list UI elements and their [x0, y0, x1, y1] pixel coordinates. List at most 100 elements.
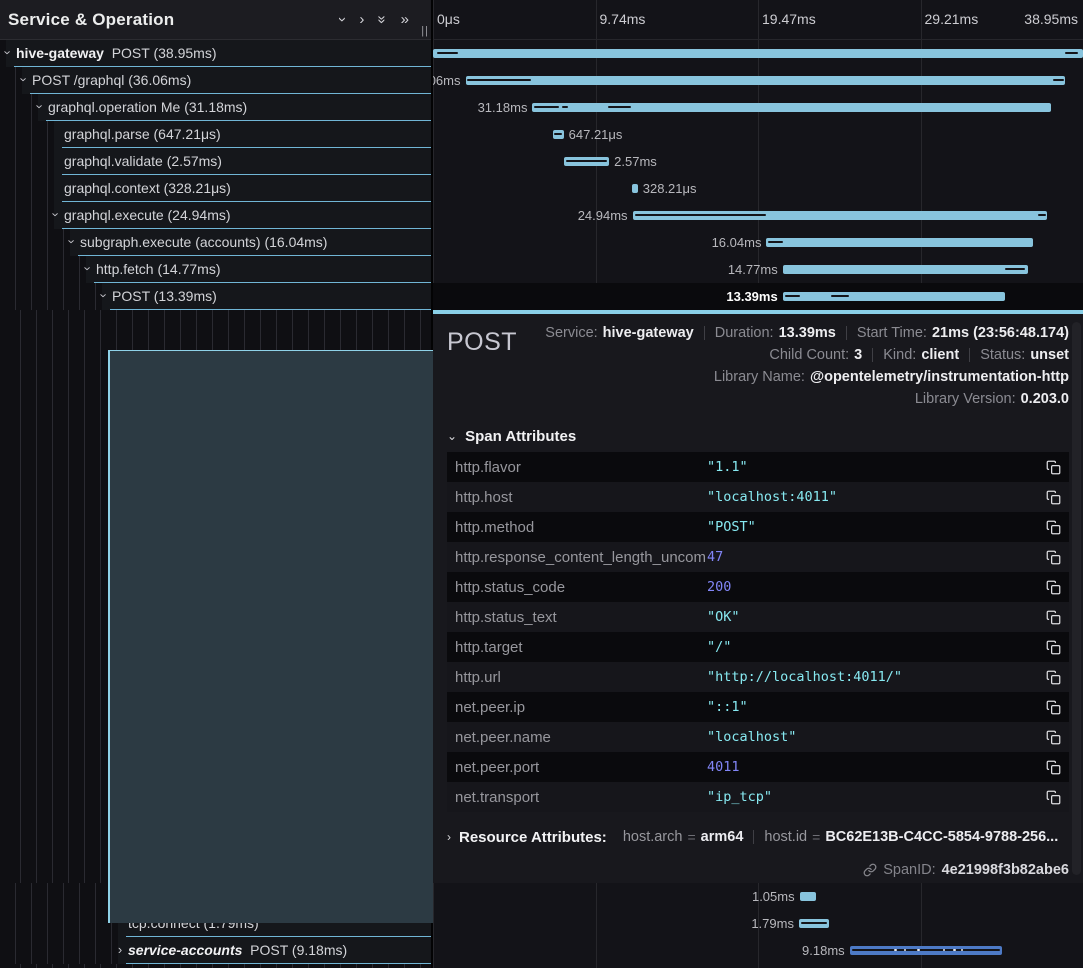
meta-value: client	[921, 347, 959, 363]
span-bar[interactable]	[433, 49, 1083, 58]
bar-self-time-mark	[1065, 52, 1078, 54]
timeline-row[interactable]: 328.21μs	[433, 175, 1083, 202]
duration-label: 2.57ms	[614, 148, 657, 175]
copy-button[interactable]	[1044, 458, 1063, 477]
detail-scrollbar[interactable]	[1072, 322, 1081, 875]
span-tree-main: ›hive-gateway POST (38.95ms)›POST /graph…	[0, 40, 431, 310]
attribute-key: net.transport	[455, 789, 707, 806]
timeline-row[interactable]: 16.04ms	[433, 229, 1083, 256]
resource-attributes-pairs: host.arch=arm64host.id=BC62E13B-C4CC-585…	[623, 829, 1058, 845]
bar-self-time-mark	[608, 106, 631, 108]
attribute-value: 4011	[707, 759, 1044, 775]
meta-label: Start Time:	[857, 325, 927, 341]
chevron-right-icon[interactable]: ›	[114, 943, 126, 956]
chevron-down-icon[interactable]: ›	[18, 73, 30, 86]
link-icon[interactable]	[863, 863, 877, 877]
attribute-value: "localhost"	[707, 729, 1044, 745]
copy-button[interactable]	[1044, 638, 1063, 657]
timeline-row[interactable]: 31.18ms	[433, 94, 1083, 121]
duration-label: 647.21μs	[569, 121, 623, 148]
bar-self-time-mark	[1038, 214, 1046, 216]
meta-value: unset	[1030, 347, 1069, 363]
chevron-down-icon[interactable]: ›	[50, 208, 62, 221]
span-label: graphql.execute (24.94ms)	[0, 202, 431, 228]
tree-header-icons: › › » »	[340, 12, 423, 27]
copy-button[interactable]	[1044, 758, 1063, 777]
expand-all-icon[interactable]: »	[401, 12, 409, 27]
span-meta: Service:hive-gatewayDuration:13.39msStar…	[545, 322, 1069, 410]
timeline-row[interactable]: 36.06ms	[433, 67, 1083, 94]
span-tree-row[interactable]: graphql.context (328.21μs)	[0, 175, 431, 202]
timeline-row[interactable]: 1.79ms	[433, 910, 1083, 937]
chevron-down-icon[interactable]: ›	[66, 235, 78, 248]
span-label: http.fetch (14.77ms)	[0, 256, 431, 282]
bar-self-time-mark	[768, 241, 782, 243]
copy-button[interactable]	[1044, 698, 1063, 717]
attribute-key: http.target	[455, 639, 707, 656]
copy-button[interactable]	[1044, 578, 1063, 597]
meta-divider	[704, 326, 705, 340]
span-tree-row[interactable]: ›hive-gateway POST (38.95ms)	[0, 40, 431, 67]
operation-name: graphql.operation Me (31.18ms)	[48, 99, 247, 115]
span-bar[interactable]	[800, 892, 817, 901]
span-label: graphql.validate (2.57ms)	[0, 148, 431, 174]
copy-button[interactable]	[1044, 728, 1063, 747]
attribute-key: http.flavor	[455, 459, 707, 476]
attribute-row: http.status_text"OK"	[447, 602, 1069, 632]
meta-line: Child Count:3Kind:clientStatus:unset	[769, 344, 1069, 366]
operation-name: subgraph.execute (accounts) (16.04ms)	[80, 234, 327, 250]
meta-divider	[969, 348, 970, 362]
span-bar[interactable]	[783, 292, 1005, 301]
timeline-row[interactable]: 647.21μs	[433, 121, 1083, 148]
span-bar[interactable]	[766, 238, 1033, 247]
attribute-value: "POST"	[707, 519, 1044, 535]
span-tree-row[interactable]: ›service-accounts POST (9.18ms)	[0, 937, 431, 964]
chevron-down-icon[interactable]: ›	[34, 100, 46, 113]
attribute-key: net.peer.ip	[455, 699, 707, 716]
span-tree-row[interactable]: ›subgraph.execute (accounts) (16.04ms)	[0, 229, 431, 256]
attribute-value: "OK"	[707, 609, 1044, 625]
span-tree-row[interactable]: ›POST (13.39ms)	[0, 283, 431, 310]
resource-attributes-title: Resource Attributes:	[459, 829, 607, 846]
trace-viewer-app: Service & Operation ››»» || ›hive-gatewa…	[0, 0, 1083, 968]
operation-name: POST /graphql (36.06ms)	[32, 72, 191, 88]
collapse-all-icon[interactable]: »	[378, 12, 386, 27]
copy-button[interactable]	[1044, 548, 1063, 567]
timeline-row[interactable]: 14.77ms	[433, 256, 1083, 283]
span-bar[interactable]	[466, 76, 1066, 85]
span-tree-row[interactable]: graphql.parse (647.21μs)	[0, 121, 431, 148]
timeline-row[interactable]: 2.57ms	[433, 148, 1083, 175]
timeline-row[interactable]: 13.39ms	[433, 283, 1083, 310]
timeline-row[interactable]: 1.05ms	[433, 883, 1083, 910]
span-attributes-header[interactable]: ⌄ Span Attributes	[447, 424, 1069, 448]
copy-button[interactable]	[1044, 608, 1063, 627]
chevron-down-icon[interactable]: ›	[340, 12, 345, 27]
timeline-row[interactable]: 9.18ms	[433, 937, 1083, 964]
copy-button[interactable]	[1044, 788, 1063, 807]
panel-resize-handle[interactable]: ||	[421, 25, 429, 37]
attribute-row: net.peer.ip"::1"	[447, 692, 1069, 722]
span-tree-row[interactable]: graphql.validate (2.57ms)	[0, 148, 431, 175]
timeline-row[interactable]	[433, 40, 1083, 67]
copy-button[interactable]	[1044, 518, 1063, 537]
attribute-key: http.url	[455, 669, 707, 686]
duration-label: 1.05ms	[752, 883, 795, 910]
chevron-right-icon[interactable]: ›	[359, 12, 364, 27]
span-tree-row[interactable]: ›http.fetch (14.77ms)	[0, 256, 431, 283]
span-tree-row[interactable]: ›POST /graphql (36.06ms)	[0, 67, 431, 94]
span-bar[interactable]	[783, 265, 1029, 274]
resource-attributes-row[interactable]: › Resource Attributes: host.arch=arm64ho…	[447, 824, 1069, 850]
meta-label: Service:	[545, 325, 597, 341]
attribute-value: "1.1"	[707, 459, 1044, 475]
span-bar[interactable]	[632, 184, 638, 193]
meta-label: Status:	[980, 347, 1025, 363]
timeline-row[interactable]: 24.94ms	[433, 202, 1083, 229]
span-tree-row[interactable]: ›graphql.execute (24.94ms)	[0, 202, 431, 229]
span-tree-row[interactable]: ›graphql.operation Me (31.18ms)	[0, 94, 431, 121]
copy-button[interactable]	[1044, 488, 1063, 507]
chevron-down-icon[interactable]: ›	[2, 46, 14, 59]
copy-button[interactable]	[1044, 668, 1063, 687]
chevron-down-icon[interactable]: ›	[98, 289, 110, 302]
chevron-down-icon[interactable]: ›	[82, 262, 94, 275]
resource-divider	[753, 830, 754, 844]
